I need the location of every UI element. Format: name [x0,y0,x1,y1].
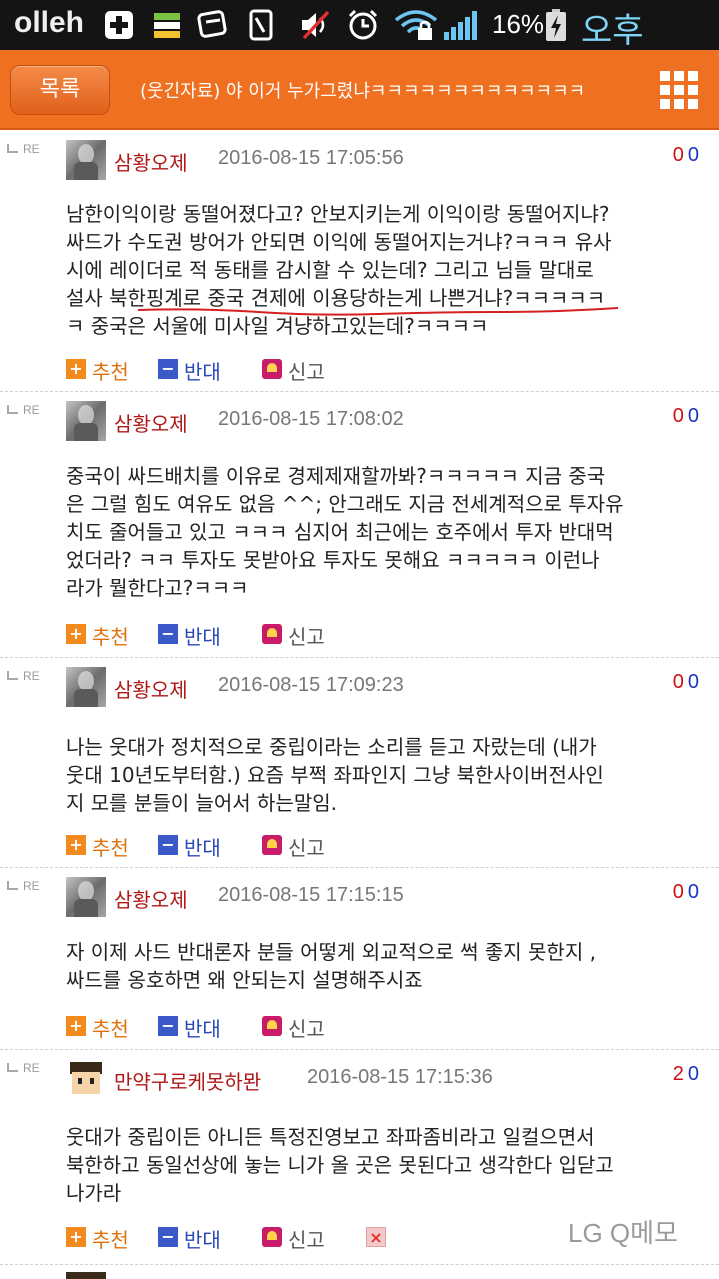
phone-icon [249,9,273,41]
comment-date: 2016-08-15 17:08:02 [218,408,404,430]
memo-watermark: LG Q메모 [568,1218,678,1248]
post-title: (웃긴자료) 야 이거 누가그렸냐ㅋㅋㅋㅋㅋㅋㅋㅋㅋㅋㅋㅋㅋ [140,81,586,102]
comment-body: 중국이 싸드배치를 이유로 경제제재할까봐?ㅋㅋㅋㅋㅋ 지금 중국 은 그럴 힘… [66,462,711,602]
up-count: 0 [672,671,684,693]
comment-line: 싸드를 옹호하면 왜 안되는지 설명해주시죠 [66,968,423,992]
up-count: 0 [672,144,684,166]
siren-icon [262,1227,282,1247]
comment-body: 나는 웃대가 정치적으로 중립이라는 소리를 듣고 자랐는데 (내가 웃대 10… [66,733,711,817]
comment-line: 자 이제 사드 반대론자 분들 어떻게 외교적으로 썩 좋지 못한지 , [66,940,596,964]
comment-author[interactable]: 만약구로케못하뫈 [114,1066,261,1095]
down-count: 0 [687,1063,699,1085]
vote-counts: 00 [673,881,699,904]
up-count: 0 [672,405,684,427]
battery-charging-icon [546,9,566,41]
grid-menu-icon[interactable] [660,71,700,111]
delete-icon[interactable]: × [366,1227,386,1247]
avatar[interactable] [66,877,106,917]
minus-icon: − [158,624,178,644]
vote-counts: 00 [673,405,699,428]
down-count: 0 [687,144,699,166]
reply-icon: RE [7,1061,40,1075]
siren-icon [262,835,282,855]
comment-line: 라가 뭘한다고?ㅋㅋㅋ [66,576,249,600]
comment-line: 시에 레이더로 적 동태를 감시할 수 있는데? 그리고 님들 말대로 [66,258,594,282]
comment-author[interactable]: 삼황오제 [114,884,188,913]
down-count: 0 [687,671,699,693]
comment-line: 은 그럴 힘도 여유도 없음 ^^; 안그래도 지금 전세계적으로 투자유 [66,492,624,516]
plus-icon: + [66,835,86,855]
comment-item: RE 삼황오제 2016-08-15 17:09:23 00 나는 웃대가 정치… [0,659,719,868]
list-button[interactable]: 목록 [10,65,110,115]
mute-icon [302,10,330,40]
add-icon [105,11,133,39]
comment-author[interactable]: 삼황오제 [114,408,188,437]
signal-icon [444,11,477,40]
plus-icon: + [66,1016,86,1036]
next-comment-avatar-partial [66,1272,106,1279]
comment-actions: + 추천 − 반대 신고 × [66,1224,396,1252]
storage-icon [154,13,180,38]
comment-body: 웃대가 중립이든 아니든 특정진영보고 좌파좀비라고 일컬으면서 북한하고 동일… [66,1123,711,1207]
comment-line: 었더라? ㅋㅋ 투자도 못받아요 투자도 못해요 ㅋㅋㅋㅋㅋ 이런나 [66,548,600,572]
alarm-icon [348,9,378,40]
siren-icon [262,624,282,644]
vote-counts: 00 [673,671,699,694]
up-count: 0 [672,881,684,903]
down-count: 0 [687,881,699,903]
comment-line: 남한이익이랑 동떨어졌다고? 안보지키는게 이익이랑 동떨어지냐? [66,202,610,226]
comment-item: RE 삼황오제 2016-08-15 17:05:56 00 남한이익이랑 동떨… [0,132,719,392]
minus-icon: − [158,1016,178,1036]
minus-icon: − [158,359,178,379]
comment-date: 2016-08-15 17:09:23 [218,674,404,696]
vote-counts: 00 [673,144,699,167]
status-bar: olleh 16% 오후 7:55 [0,0,719,90]
reply-icon: RE [7,879,40,893]
red-underline-annotation [138,307,618,316]
minus-icon: − [158,1227,178,1247]
siren-icon [262,1016,282,1036]
reply-icon: RE [7,403,40,417]
reply-icon: RE [7,142,40,156]
comment-date: 2016-08-15 17:05:56 [218,147,404,169]
comment-line: 중국이 싸드배치를 이유로 경제제재할까봐?ㅋㅋㅋㅋㅋ 지금 중국 [66,464,606,488]
comment-date: 2016-08-15 17:15:36 [307,1066,493,1088]
avatar[interactable] [66,140,106,180]
up-count: 2 [672,1063,684,1085]
vote-counts: 20 [673,1063,699,1086]
siren-icon [262,359,282,379]
comment-author[interactable]: 삼황오제 [114,674,188,703]
comment-line: 북한하고 동일선상에 놓는 니가 올 곳은 못된다고 생각한다 입닫고 [66,1153,614,1177]
comment-item: RE 삼황오제 2016-08-15 17:15:15 00 자 이제 사드 반… [0,869,719,1050]
comment-date: 2016-08-15 17:15:15 [218,884,404,906]
comment-line: 나가라 [66,1181,122,1205]
comment-line: 지 모를 분들이 늘어서 하는말임. [66,791,337,815]
plus-icon: + [66,624,86,644]
carrier-label: olleh [14,6,85,39]
comment-body: 남한이익이랑 동떨어졌다고? 안보지키는게 이익이랑 동떨어지냐? 싸드가 수도… [66,200,711,340]
comment-line: 나는 웃대가 정치적으로 중립이라는 소리를 듣고 자랐는데 (내가 [66,735,597,759]
comment-author[interactable]: 삼황오제 [114,147,188,176]
plus-icon: + [66,359,86,379]
chat-icon [197,10,227,38]
comment-line: 치도 줄어들고 있고 ㅋㅋㅋ 심지어 최근에는 호주에서 투자 반대먹 [66,520,614,544]
down-count: 0 [687,405,699,427]
plus-icon: + [66,1227,86,1247]
avatar[interactable] [66,1059,106,1099]
comment-line: 웃대 10년도부터함.) 요즘 부쩍 좌파인지 그냥 북한사이버전사인 [66,763,604,787]
avatar[interactable] [66,667,106,707]
wifi-lock-icon [394,10,438,40]
comment-item: RE 삼황오제 2016-08-15 17:08:02 00 중국이 싸드배치를… [0,393,719,658]
avatar[interactable] [66,401,106,441]
comment-body: 자 이제 사드 반대론자 분들 어떻게 외교적으로 썩 좋지 못한지 , 싸드를… [66,938,711,994]
minus-icon: − [158,835,178,855]
comment-line: 싸드가 수도권 방어가 안되면 이익에 동떨어지는거냐?ㅋㅋㅋ 유사 [66,230,612,254]
reply-icon: RE [7,669,40,683]
battery-percent: 16% [492,9,545,39]
app-header: 목록 (웃긴자료) 야 이거 누가그렸냐ㅋㅋㅋㅋㅋㅋㅋㅋㅋㅋㅋㅋㅋ [0,50,719,130]
comment-line: 웃대가 중립이든 아니든 특정진영보고 좌파좀비라고 일컬으면서 [66,1125,595,1149]
